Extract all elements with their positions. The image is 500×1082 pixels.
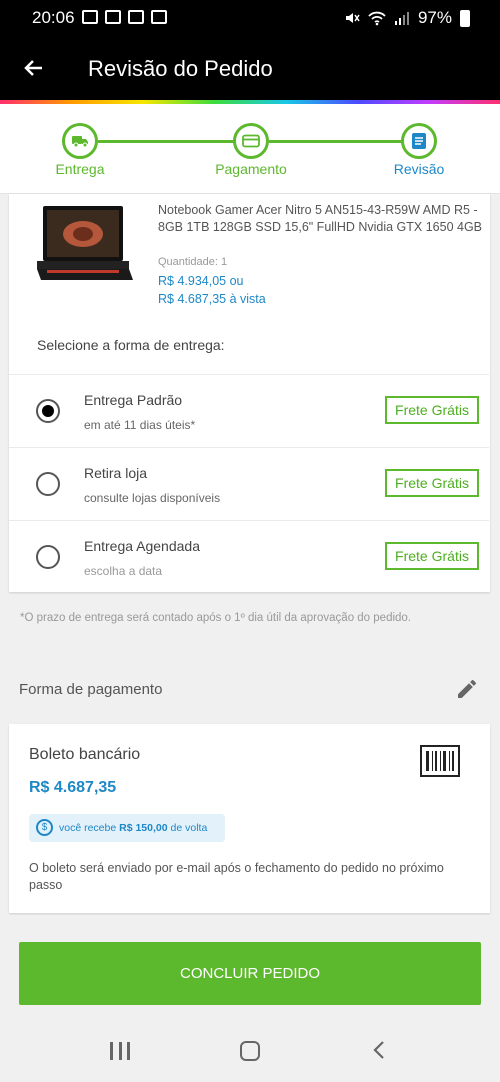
back-arrow-icon[interactable] [22, 56, 46, 80]
status-bar: 20:06 97% [0, 0, 500, 36]
delivery-option-retira-loja[interactable]: Retira loja consulte lojas disponíveis F… [9, 447, 489, 519]
signal-icon [394, 12, 409, 25]
product-price-cash: R$ 4.687,35 à vista [158, 292, 266, 306]
nav-back-icon[interactable] [372, 1040, 386, 1060]
step-revisao [401, 123, 437, 159]
cashback-banner: $ você recebe R$ 150,00 de volta [29, 814, 225, 842]
radio-unselected[interactable] [36, 545, 60, 569]
cashback-text: você recebe R$ 150,00 de volta [59, 822, 207, 834]
delivery-option-padrao[interactable]: Entrega Padrão em até 11 dias úteis* Fre… [9, 374, 489, 446]
payment-card: Boleto bancário R$ 4.687,35 $ você receb… [9, 724, 490, 913]
product-quantity: Quantidade: 1 [158, 256, 228, 268]
option-title: Entrega Agendada [84, 538, 200, 554]
cashback-amount: R$ 150,00 [119, 822, 168, 834]
step-label-revisao: Revisão [393, 161, 445, 177]
home-icon[interactable] [240, 1041, 260, 1061]
step-label-pagamento: Pagamento [215, 161, 287, 177]
free-shipping-badge: Frete Grátis [385, 396, 479, 424]
mute-icon [345, 13, 360, 23]
payment-description: O boleto será enviado por e-mail após o … [29, 861, 444, 892]
wifi-icon [368, 11, 386, 26]
option-subtitle: consulte lojas disponíveis [84, 491, 221, 505]
barcode-icon [420, 745, 460, 777]
product-price-installments: R$ 4.934,05 ou [158, 274, 244, 288]
free-shipping-badge: Frete Grátis [385, 542, 479, 570]
step-connector [98, 140, 235, 143]
notification-icon [128, 10, 144, 24]
battery-icon [460, 9, 470, 27]
payment-amount: R$ 4.687,35 [29, 779, 117, 796]
notification-icon [105, 10, 121, 24]
status-time: 20:06 [32, 8, 75, 27]
option-title: Entrega Padrão [84, 392, 183, 408]
step-pagamento [233, 123, 269, 159]
delivery-label: Selecione a forma de entrega: [37, 337, 225, 353]
cashback-suffix: de volta [170, 822, 208, 834]
truck-icon [72, 136, 88, 148]
page-title: Revisão do Pedido [88, 56, 273, 81]
card-icon [242, 134, 260, 148]
cashback-prefix: você recebe [59, 822, 117, 834]
checkout-stepper: Entrega Pagamento Revisão [0, 104, 500, 194]
option-subtitle: em até 11 dias úteis* [84, 418, 196, 432]
app-bar: Revisão do Pedido [0, 36, 500, 100]
document-icon [412, 133, 426, 149]
option-subtitle: escolha a data [84, 564, 163, 578]
status-right: 97% [344, 8, 470, 28]
conclude-order-button[interactable]: CONCLUIR PEDIDO [19, 942, 481, 1005]
recent-apps-icon[interactable] [110, 1042, 130, 1060]
radio-unselected[interactable] [36, 472, 60, 496]
product-name: Notebook Gamer Acer Nitro 5 AN515-43-R59… [158, 203, 483, 234]
product-image [37, 206, 133, 280]
step-label-entrega: Entrega [55, 161, 105, 177]
edit-pencil-icon[interactable] [455, 677, 479, 701]
cashback-icon: $ [36, 819, 53, 836]
option-title: Retira loja [84, 465, 148, 481]
notification-icon [82, 10, 98, 24]
step-connector [269, 140, 402, 143]
delivery-option-agendada[interactable]: Entrega Agendada escolha a data Frete Gr… [9, 520, 489, 592]
image-icon [151, 10, 167, 24]
delivery-note: *O prazo de entrega será contado após o … [20, 612, 411, 624]
free-shipping-badge: Frete Grátis [385, 469, 479, 497]
radio-selected[interactable] [36, 399, 60, 423]
order-card: Notebook Gamer Acer Nitro 5 AN515-43-R59… [9, 194, 490, 592]
battery-percent: 97% [417, 8, 452, 27]
payment-method: Boleto bancário [29, 746, 141, 763]
notification-icons [82, 10, 167, 24]
payment-section-title: Forma de pagamento [19, 681, 163, 698]
system-nav-bar [0, 1020, 500, 1082]
step-entrega [62, 123, 98, 159]
